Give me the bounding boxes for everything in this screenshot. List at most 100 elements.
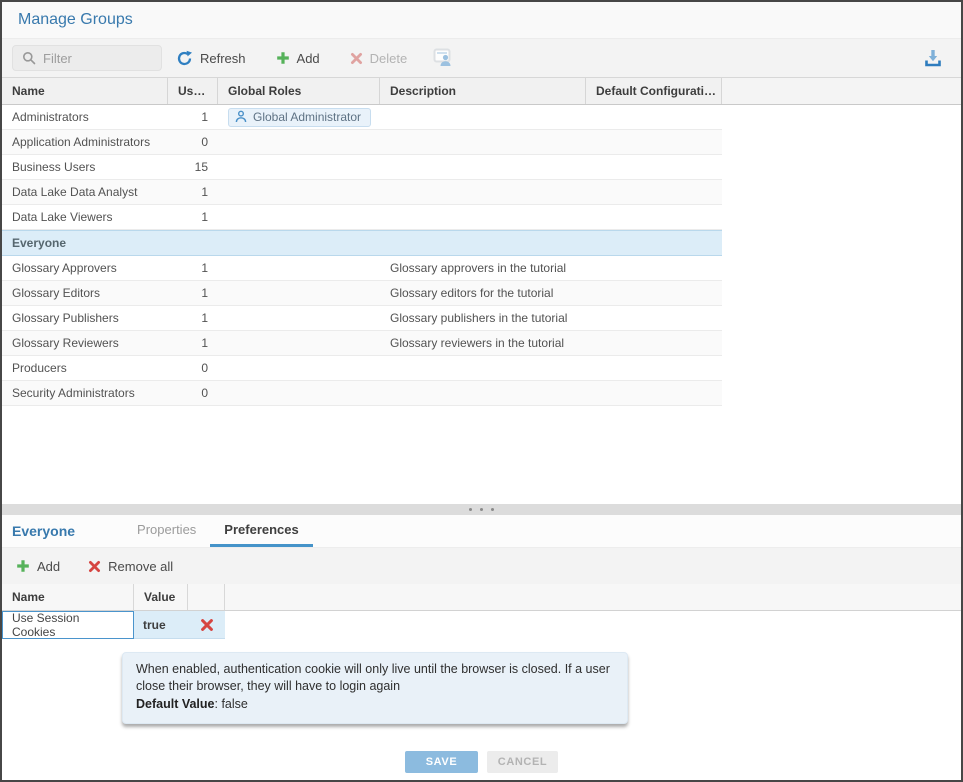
preference-value-cell[interactable]: true	[134, 611, 188, 639]
group-default-config	[586, 205, 722, 229]
pref-column-header-name[interactable]: Name	[2, 584, 134, 610]
preference-add-button[interactable]: Add	[16, 559, 60, 574]
group-roles	[218, 281, 380, 305]
group-name: Everyone	[2, 231, 168, 255]
table-row[interactable]: Administrators 1 Global Administrator	[2, 105, 722, 130]
group-name: Data Lake Viewers	[2, 205, 168, 229]
role-badge-label: Global Administrator	[253, 110, 361, 124]
group-roles	[218, 256, 380, 280]
group-users-count: 1	[168, 256, 218, 280]
group-default-config	[586, 105, 722, 129]
group-description	[380, 130, 586, 154]
tooltip-text: When enabled, authentication cookie will…	[136, 662, 610, 693]
group-users-count: 0	[168, 356, 218, 380]
tab-properties[interactable]: Properties	[123, 515, 210, 547]
column-header-description[interactable]: Description	[380, 78, 586, 104]
group-description: Glossary approvers in the tutorial	[380, 256, 586, 280]
remove-all-x-icon	[88, 560, 101, 573]
delete-button[interactable]: Delete	[350, 51, 408, 66]
group-users-count: 1	[168, 281, 218, 305]
column-header-global-roles[interactable]: Global Roles	[218, 78, 380, 104]
group-users-count: 0	[168, 381, 218, 405]
column-header-name[interactable]: Name	[2, 78, 168, 104]
group-users-count: 1	[168, 105, 218, 129]
preference-tooltip: When enabled, authentication cookie will…	[122, 652, 628, 724]
group-name: Administrators	[2, 105, 168, 129]
group-users-count: 1	[168, 205, 218, 229]
preference-name-cell[interactable]: Use Session Cookies	[2, 611, 134, 639]
table-row[interactable]: Data Lake Viewers 1	[2, 205, 722, 230]
group-users-count	[168, 231, 218, 255]
group-default-config	[586, 155, 722, 179]
detail-panel-header: Everyone Properties Preferences	[2, 515, 961, 548]
group-default-config	[586, 180, 722, 204]
group-membership-icon	[433, 48, 457, 68]
refresh-label: Refresh	[200, 51, 246, 66]
plus-icon	[16, 559, 30, 573]
group-name: Application Administrators	[2, 130, 168, 154]
preferences-table-header: Name Value	[2, 584, 961, 611]
table-row[interactable]: Glossary Editors 1 Glossary editors for …	[2, 281, 722, 306]
group-default-config	[586, 281, 722, 305]
person-icon	[235, 110, 247, 123]
group-name: Glossary Approvers	[2, 256, 168, 280]
download-icon	[923, 48, 943, 68]
preference-delete-button[interactable]	[188, 611, 225, 639]
pref-column-header-value[interactable]: Value	[134, 584, 188, 610]
group-description	[380, 105, 586, 129]
group-roles	[218, 155, 380, 179]
group-name: Security Administrators	[2, 381, 168, 405]
refresh-button[interactable]: Refresh	[176, 50, 246, 67]
table-row-selected[interactable]: Everyone	[2, 230, 722, 256]
group-description	[380, 231, 586, 255]
global-role-badge[interactable]: Global Administrator	[228, 108, 371, 127]
detail-panel-title: Everyone	[2, 515, 85, 547]
group-name: Data Lake Data Analyst	[2, 180, 168, 204]
group-roles	[218, 381, 380, 405]
panel-splitter-handle[interactable]	[2, 504, 961, 515]
group-name: Business Users	[2, 155, 168, 179]
cancel-button[interactable]: CANCEL	[487, 751, 558, 773]
group-default-config	[586, 130, 722, 154]
column-header-users[interactable]: Us…	[168, 78, 218, 104]
group-users-count: 1	[168, 306, 218, 330]
table-row[interactable]: Business Users 15	[2, 155, 722, 180]
group-name: Glossary Reviewers	[2, 331, 168, 355]
remove-all-label: Remove all	[108, 559, 173, 574]
group-name: Producers	[2, 356, 168, 380]
table-row[interactable]: Producers 0	[2, 356, 722, 381]
plus-icon	[276, 51, 290, 65]
pref-column-header-actions	[188, 584, 225, 610]
remove-all-button[interactable]: Remove all	[88, 559, 173, 574]
tooltip-default-value-label: Default Value	[136, 697, 215, 711]
group-users-count: 0	[168, 130, 218, 154]
search-icon	[22, 51, 36, 65]
group-roles: Global Administrator	[218, 105, 380, 129]
delete-preference-x-icon	[200, 618, 214, 632]
tooltip-default-value: : false	[215, 697, 248, 711]
filter-input[interactable]	[43, 51, 143, 66]
add-button[interactable]: Add	[276, 51, 320, 66]
column-header-default-configuration[interactable]: Default Configurati…	[586, 78, 722, 104]
table-row[interactable]: Application Administrators 0	[2, 130, 722, 155]
detail-tabs: Properties Preferences	[123, 515, 313, 547]
group-description	[380, 356, 586, 380]
filter-box[interactable]	[12, 45, 162, 71]
membership-button[interactable]	[433, 48, 457, 68]
footer-actions: SAVE CANCEL	[2, 751, 961, 780]
add-label: Add	[297, 51, 320, 66]
table-row[interactable]: Glossary Approvers 1 Glossary approvers …	[2, 256, 722, 281]
group-roles	[218, 205, 380, 229]
export-button[interactable]	[923, 48, 943, 68]
group-default-config	[586, 331, 722, 355]
group-default-config	[586, 356, 722, 380]
group-description	[380, 381, 586, 405]
tab-preferences[interactable]: Preferences	[210, 515, 312, 547]
group-default-config	[586, 306, 722, 330]
save-button[interactable]: SAVE	[405, 751, 478, 773]
table-row[interactable]: Glossary Publishers 1 Glossary publisher…	[2, 306, 722, 331]
table-row[interactable]: Security Administrators 0	[2, 381, 722, 406]
table-row[interactable]: Data Lake Data Analyst 1	[2, 180, 722, 205]
groups-table-header: Name Us… Global Roles Description Defaul…	[2, 78, 961, 105]
table-row[interactable]: Glossary Reviewers 1 Glossary reviewers …	[2, 331, 722, 356]
